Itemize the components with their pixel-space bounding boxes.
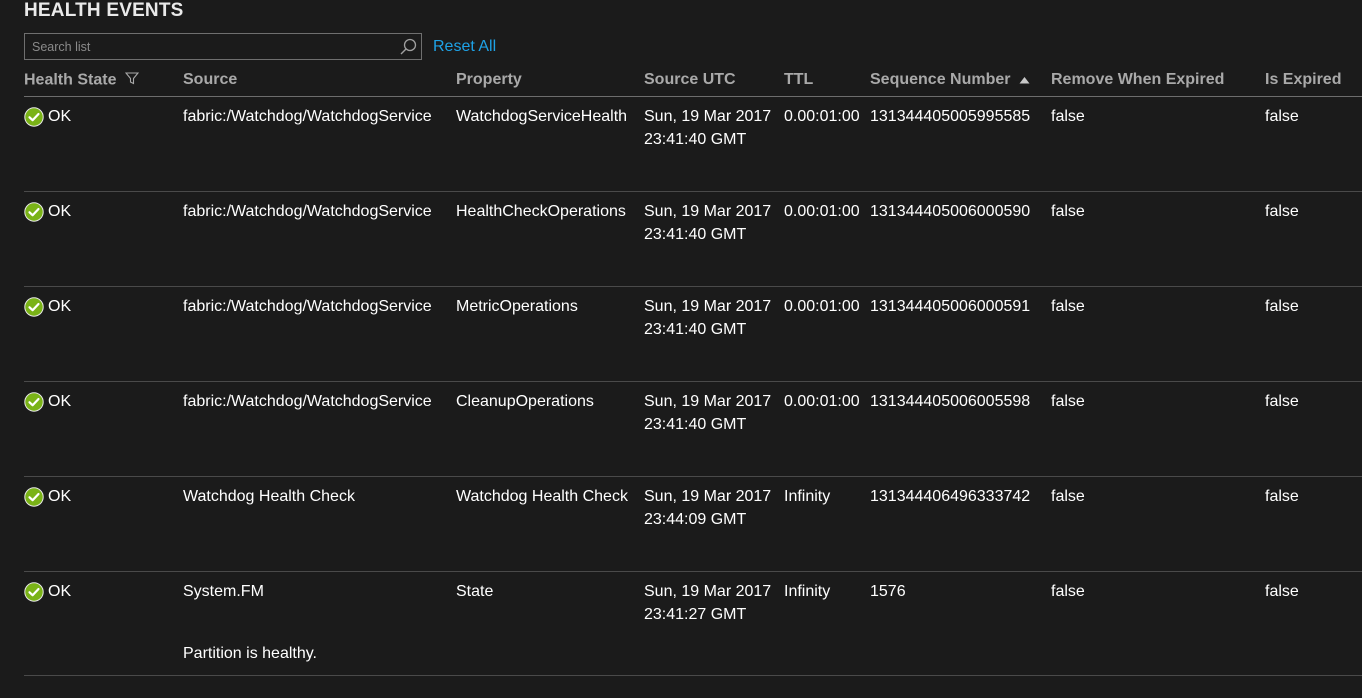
ttl-cell: 0.00:01:00 — [784, 203, 860, 220]
health-state-cell: OK — [24, 485, 183, 508]
search-icon[interactable] — [397, 36, 419, 58]
remove-when-expired-cell: false — [1051, 108, 1085, 125]
health-state-cell: OK — [24, 580, 183, 603]
column-header-remove-when-expired[interactable]: Remove When Expired — [1051, 64, 1265, 97]
column-header-source[interactable]: Source — [183, 64, 456, 97]
ok-check-icon — [24, 486, 44, 507]
remove-when-expired-cell: false — [1051, 203, 1085, 220]
ttl-cell: Infinity — [784, 488, 831, 505]
is-expired-cell: false — [1265, 393, 1299, 410]
property-cell: MetricOperations — [456, 298, 578, 315]
section-title: HEALTH EVENTS — [24, 0, 184, 21]
table-row: OK fabric:/Watchdog/WatchdogService Clea… — [24, 382, 1362, 477]
health-state-cell: OK — [24, 105, 183, 128]
health-events-table: Health State Source Property Source UTC … — [24, 64, 1362, 676]
source-utc-cell: Sun, 19 Mar 2017 23:41:40 GMT — [644, 203, 772, 243]
ok-check-icon — [24, 391, 44, 412]
remove-when-expired-cell: false — [1051, 298, 1085, 315]
source-utc-cell: Sun, 19 Mar 2017 23:41:40 GMT — [644, 108, 772, 148]
health-state-cell: OK — [24, 295, 183, 318]
remove-when-expired-cell: false — [1051, 393, 1085, 410]
reset-all-link[interactable]: Reset All — [433, 38, 496, 56]
source-cell: fabric:/Watchdog/WatchdogService — [183, 298, 432, 315]
source-utc-cell: Sun, 19 Mar 2017 23:44:09 GMT — [644, 488, 772, 528]
property-cell: HealthCheckOperations — [456, 203, 626, 220]
property-cell: WatchdogServiceHealth — [456, 108, 628, 125]
table-row: OK fabric:/Watchdog/WatchdogService Metr… — [24, 287, 1362, 382]
health-state-label: OK — [48, 298, 72, 315]
column-header-health-state[interactable]: Health State — [24, 64, 183, 97]
row-divider — [24, 675, 1362, 676]
health-state-cell: OK — [24, 390, 183, 413]
ok-check-icon — [24, 296, 44, 317]
is-expired-cell: false — [1265, 203, 1299, 220]
table-row: OK fabric:/Watchdog/WatchdogService Watc… — [24, 97, 1362, 192]
ttl-cell: Infinity — [784, 583, 831, 600]
sequence-number-cell: 1576 — [870, 583, 906, 600]
column-header-ttl[interactable]: TTL — [784, 64, 870, 97]
remove-when-expired-cell: false — [1051, 583, 1085, 600]
event-description-row: Partition is healthy. — [24, 642, 1362, 675]
source-utc-cell: Sun, 19 Mar 2017 23:41:40 GMT — [644, 393, 772, 433]
source-utc-cell: Sun, 19 Mar 2017 23:41:40 GMT — [644, 298, 772, 338]
health-state-label: OK — [48, 203, 72, 220]
sequence-number-cell: 131344405006000590 — [870, 203, 1031, 220]
property-cell: Watchdog Health Check — [456, 488, 628, 505]
ok-check-icon — [24, 106, 44, 127]
health-state-label: OK — [48, 108, 72, 125]
property-cell: State — [456, 583, 494, 600]
source-cell: System.FM — [183, 583, 264, 600]
health-state-label: OK — [48, 583, 72, 600]
search-input[interactable] — [25, 33, 397, 60]
ttl-cell: 0.00:01:00 — [784, 393, 860, 410]
health-state-label: OK — [48, 488, 72, 505]
source-cell: fabric:/Watchdog/WatchdogService — [183, 393, 432, 410]
ok-check-icon — [24, 581, 44, 602]
property-cell: CleanupOperations — [456, 393, 594, 410]
table-body: OK fabric:/Watchdog/WatchdogService Watc… — [24, 97, 1362, 676]
column-header-is-expired[interactable]: Is Expired — [1265, 64, 1362, 97]
sequence-number-cell: 131344406496333742 — [870, 488, 1031, 505]
event-description: Partition is healthy. — [183, 645, 317, 662]
column-header-source-utc[interactable]: Source UTC — [644, 64, 784, 97]
table-row: OK System.FM State Sun, 19 Mar 2017 23:4… — [24, 572, 1362, 643]
remove-when-expired-cell: false — [1051, 488, 1085, 505]
sequence-number-cell: 131344405006000591 — [870, 298, 1031, 315]
search-box — [24, 33, 422, 60]
list-toolbar: Reset All — [24, 33, 496, 60]
source-cell: fabric:/Watchdog/WatchdogService — [183, 203, 432, 220]
source-cell: fabric:/Watchdog/WatchdogService — [183, 108, 432, 125]
is-expired-cell: false — [1265, 583, 1299, 600]
column-header-sequence-number[interactable]: Sequence Number — [870, 64, 1051, 97]
ok-check-icon — [24, 201, 44, 222]
health-state-label: OK — [48, 393, 72, 410]
is-expired-cell: false — [1265, 108, 1299, 125]
source-cell: Watchdog Health Check — [183, 488, 355, 505]
source-utc-cell: Sun, 19 Mar 2017 23:41:27 GMT — [644, 583, 772, 623]
sort-ascending-icon — [1019, 71, 1030, 89]
health-state-cell: OK — [24, 200, 183, 223]
filter-icon[interactable] — [124, 71, 140, 90]
ttl-cell: 0.00:01:00 — [784, 108, 860, 125]
sequence-number-cell: 131344405005995585 — [870, 108, 1031, 125]
table-row: OK Watchdog Health Check Watchdog Health… — [24, 477, 1362, 572]
sequence-number-cell: 131344405006005598 — [870, 393, 1031, 410]
table-header-row: Health State Source Property Source UTC … — [24, 64, 1362, 97]
table-row: OK fabric:/Watchdog/WatchdogService Heal… — [24, 192, 1362, 287]
column-header-property[interactable]: Property — [456, 64, 644, 97]
ttl-cell: 0.00:01:00 — [784, 298, 860, 315]
is-expired-cell: false — [1265, 298, 1299, 315]
is-expired-cell: false — [1265, 488, 1299, 505]
